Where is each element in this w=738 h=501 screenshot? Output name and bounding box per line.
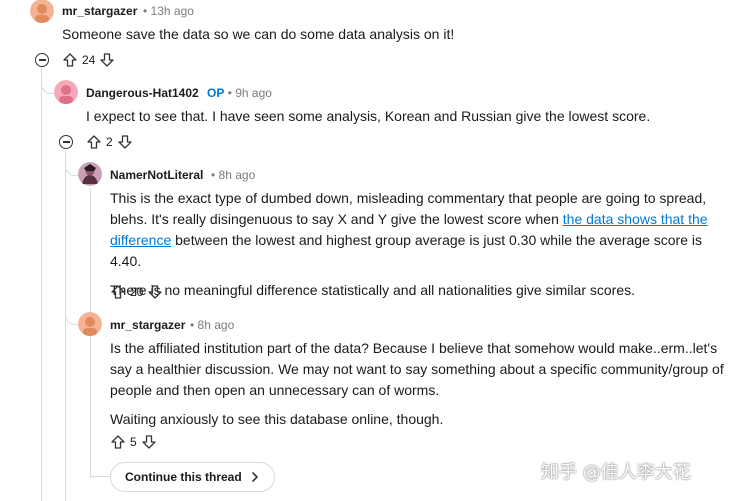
avatar-icon [78, 312, 102, 336]
username[interactable]: NamerNotLiteral [110, 168, 203, 182]
watermark: 知乎 @佳人李大花 [541, 462, 691, 483]
avatar-icon [78, 162, 102, 186]
op-badge: OP [207, 86, 225, 100]
timestamp: • 8h ago [211, 168, 255, 182]
downvote-icon[interactable] [141, 434, 157, 450]
separator-dot: • [211, 168, 216, 182]
comment-body: I expect to see that. I have seen some a… [86, 106, 726, 127]
thread-line [65, 150, 66, 501]
thread-line [41, 68, 42, 501]
separator-dot: • [143, 4, 148, 18]
upvote-icon[interactable] [62, 52, 78, 68]
comment-paragraph: This is the exact type of dumbed down, m… [110, 188, 735, 272]
time-ago: 13h ago [150, 4, 194, 18]
comment-paragraph: Waiting anxiously to see this database o… [110, 411, 444, 427]
timestamp: OP • 9h ago [207, 86, 272, 100]
vote-count: 20 [130, 285, 144, 299]
time-ago: 8h ago [197, 318, 235, 332]
separator-dot: • [190, 318, 195, 332]
continue-thread-button[interactable]: Continue this thread [110, 462, 275, 492]
avatar[interactable] [78, 162, 102, 186]
separator-dot: • [227, 86, 232, 100]
vote-bar: 20 [110, 284, 163, 300]
comment-paragraph: I expect to see that. I have seen some a… [86, 108, 651, 124]
comment-paragraph: There is no meaningful difference statis… [110, 282, 635, 298]
vote-count: 24 [82, 53, 96, 67]
downvote-icon[interactable] [117, 134, 133, 150]
username[interactable]: mr_stargazer [62, 4, 137, 18]
downvote-icon[interactable] [99, 52, 115, 68]
collapse-button[interactable] [35, 53, 49, 67]
paragraph-text: between the lowest and highest group ave… [110, 232, 703, 269]
username[interactable]: Dangerous-Hat1402 [86, 86, 199, 100]
vote-bar: 24 [62, 52, 115, 68]
time-ago: 9h ago [235, 86, 272, 100]
upvote-icon[interactable] [110, 284, 126, 300]
time-ago: 8h ago [218, 168, 256, 182]
vote-count: 5 [130, 435, 137, 449]
thread-connector [90, 476, 110, 477]
chevron-right-icon [251, 472, 258, 482]
downvote-icon[interactable] [147, 284, 163, 300]
avatar-icon [54, 80, 78, 104]
comment-body: Is the affiliated institution part of th… [110, 338, 730, 430]
comment-paragraph: Someone save the data so we can do some … [62, 26, 455, 42]
avatar[interactable] [30, 0, 54, 23]
vote-count: 2 [106, 135, 113, 149]
avatar[interactable] [54, 80, 78, 104]
upvote-icon[interactable] [86, 134, 102, 150]
comment-body: This is the exact type of dumbed down, m… [110, 188, 735, 301]
comment-body: Someone save the data so we can do some … [62, 24, 722, 45]
comment-paragraph: Is the affiliated institution part of th… [110, 340, 724, 398]
avatar-icon [30, 0, 54, 23]
timestamp: • 13h ago [143, 4, 194, 18]
upvote-icon[interactable] [110, 434, 126, 450]
username[interactable]: mr_stargazer [110, 318, 185, 332]
continue-thread-label: Continue this thread [125, 470, 242, 484]
avatar[interactable] [78, 312, 102, 336]
vote-bar: 2 [86, 134, 133, 150]
timestamp: • 8h ago [190, 318, 234, 332]
vote-bar: 5 [110, 434, 157, 450]
collapse-button[interactable] [59, 135, 73, 149]
